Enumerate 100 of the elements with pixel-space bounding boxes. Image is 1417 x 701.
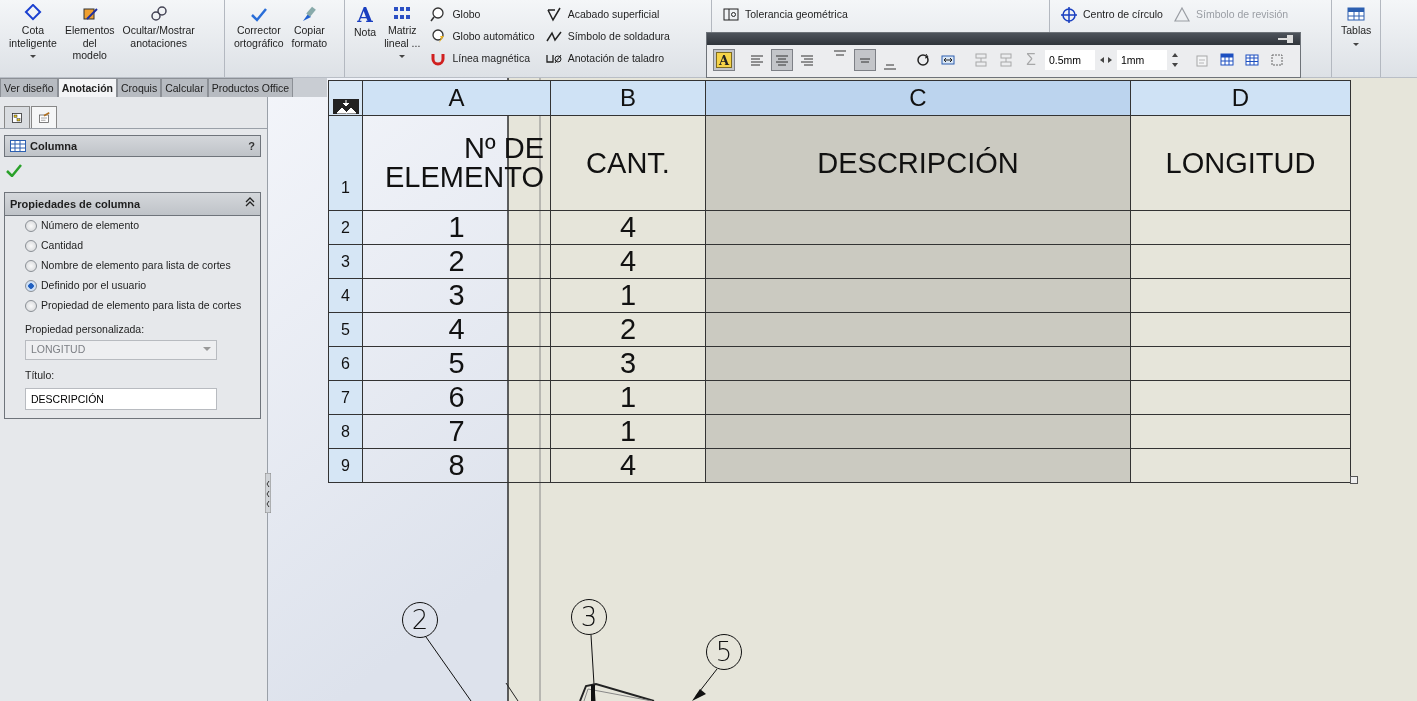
row-header[interactable]: 8 <box>328 414 363 449</box>
table-cell: 1 <box>362 210 551 245</box>
table-cell: LONGITUD <box>1130 115 1351 211</box>
row-header[interactable]: 7 <box>328 380 363 415</box>
table-cell: 1 <box>550 414 706 449</box>
row-header[interactable]: 1 <box>328 115 363 211</box>
tolerance-frame-icon <box>722 6 740 23</box>
ribbon-button[interactable]: Anotación de taladro <box>544 50 670 67</box>
tab[interactable]: Croquis <box>116 78 162 97</box>
radio-option[interactable]: Propiedad de elemento para lista de cortes <box>5 296 260 316</box>
table-cell: 3 <box>362 278 551 313</box>
ribbon-button[interactable]: Tolerancia geométrica <box>722 6 848 23</box>
table-icon <box>10 140 26 152</box>
ribbon-button[interactable]: Corrector ortográfico <box>231 4 287 58</box>
table-cell: 1 <box>550 278 706 313</box>
table-cell: 7 <box>362 414 551 449</box>
property-dropdown: LONGITUD <box>25 339 217 360</box>
ribbon-button[interactable]: Matriz lineal ... <box>381 4 424 58</box>
rotate-icon <box>916 53 930 67</box>
balloon: 3 <box>571 599 607 635</box>
row-header[interactable]: 4 <box>328 278 363 313</box>
table-cell: CANT. <box>550 115 706 211</box>
insert-row-icon <box>999 53 1013 67</box>
surface-finish-icon <box>544 6 563 23</box>
ribbon-button[interactable]: Globo automático <box>429 28 535 45</box>
table-cell: 5 <box>362 346 551 381</box>
row-header[interactable]: 3 <box>328 244 363 279</box>
balloon: 5 <box>706 634 742 670</box>
radio-option[interactable]: Cantidad <box>5 236 260 256</box>
ribbon-button[interactable]: Tablas <box>1338 4 1375 46</box>
column-header[interactable]: B <box>550 80 706 116</box>
tab[interactable]: Productos Office <box>207 78 294 97</box>
insert-row-icon <box>974 53 988 67</box>
frame-icon <box>1270 53 1284 67</box>
table-cell: 1 <box>550 380 706 415</box>
table-cell: 8 <box>362 448 551 483</box>
ribbon-button[interactable]: Copiar formato <box>288 4 331 58</box>
field-label: Propiedad personalizada: <box>24 322 146 337</box>
row-header[interactable]: 9 <box>328 448 363 483</box>
value-field[interactable]: 1mm <box>1117 50 1167 70</box>
align-left-icon <box>750 53 764 67</box>
radio-option[interactable]: Nombre de elemento para lista de cortes <box>5 256 260 276</box>
letter-icon: A <box>357 4 373 26</box>
column-header[interactable]: A <box>362 80 551 116</box>
row-header[interactable]: 2 <box>328 210 363 245</box>
leader-line <box>590 634 596 701</box>
collapse-icon[interactable] <box>245 195 255 208</box>
balloon: 2 <box>402 602 438 638</box>
ribbon-button[interactable]: Ocultar/Mostrar anotaciones <box>119 4 198 58</box>
table-cell: 2 <box>362 244 551 279</box>
table-cell: 4 <box>550 244 706 279</box>
table-grid-icon <box>1220 53 1234 67</box>
fit-width-icon <box>941 53 955 67</box>
tab[interactable]: Ver diseño <box>0 78 58 97</box>
table-cell: DESCRIPCIÓN <box>705 115 1131 211</box>
field-label: Título: <box>24 367 56 383</box>
table-cell: 4 <box>550 448 706 483</box>
panel-tab[interactable] <box>31 106 57 128</box>
ribbon-button[interactable]: Elementos del modelo <box>61 4 118 71</box>
align-bottom-icon <box>884 64 896 70</box>
column-header[interactable]: C <box>705 80 1131 116</box>
help-button[interactable]: ? <box>248 137 255 155</box>
tab[interactable]: Anotación <box>57 78 117 97</box>
tab[interactable]: Calcular <box>161 78 208 97</box>
panel-tab[interactable] <box>4 106 30 128</box>
table-cell: 6 <box>362 380 551 415</box>
leader-line <box>505 682 519 701</box>
dropdown-arrow-icon <box>203 347 211 353</box>
ribbon-button[interactable]: Símbolo de soldadura <box>544 28 670 45</box>
radio-option[interactable]: Número de elemento <box>5 216 260 236</box>
table-icon <box>1345 4 1368 24</box>
table-cell: 4 <box>362 312 551 347</box>
resize-handle[interactable] <box>1350 476 1358 484</box>
title-field[interactable]: DESCRIPCIÓN <box>25 387 217 410</box>
spinner-arrows[interactable] <box>1098 54 1114 66</box>
table-icon <box>1245 53 1259 67</box>
toolbar-button[interactable]: A <box>713 49 735 71</box>
align-right-icon <box>800 53 814 67</box>
ribbon-button[interactable]: Cota inteligente <box>6 4 60 58</box>
ok-check-icon[interactable] <box>6 163 22 178</box>
ribbon-button[interactable]: A Nota <box>351 4 380 48</box>
row-header[interactable]: 6 <box>328 346 363 381</box>
splitter-handle-icon[interactable] <box>265 473 271 513</box>
value-field[interactable]: 0.5mm <box>1045 50 1095 70</box>
ribbon-button[interactable]: Línea magnética <box>429 50 535 67</box>
center-mark-icon <box>1060 6 1078 23</box>
column-header[interactable]: D <box>1130 80 1351 116</box>
arrowhead-icon <box>692 689 706 701</box>
ribbon-button[interactable]: Acabado superficial <box>544 6 670 23</box>
table-cell: 2 <box>550 312 706 347</box>
radio-option[interactable]: Definido por el usuario <box>5 276 260 296</box>
leader-line <box>425 636 472 701</box>
row-header[interactable]: 5 <box>328 312 363 347</box>
table-corner[interactable] <box>328 80 363 116</box>
panel-title: Columna <box>30 138 79 154</box>
align-top-icon <box>834 50 846 56</box>
ribbon-button[interactable]: Globo <box>429 6 535 23</box>
table-cell: 3 <box>550 346 706 381</box>
pin-icon[interactable] <box>1278 35 1294 43</box>
ribbon-button[interactable]: Centro de círculo <box>1060 6 1163 23</box>
